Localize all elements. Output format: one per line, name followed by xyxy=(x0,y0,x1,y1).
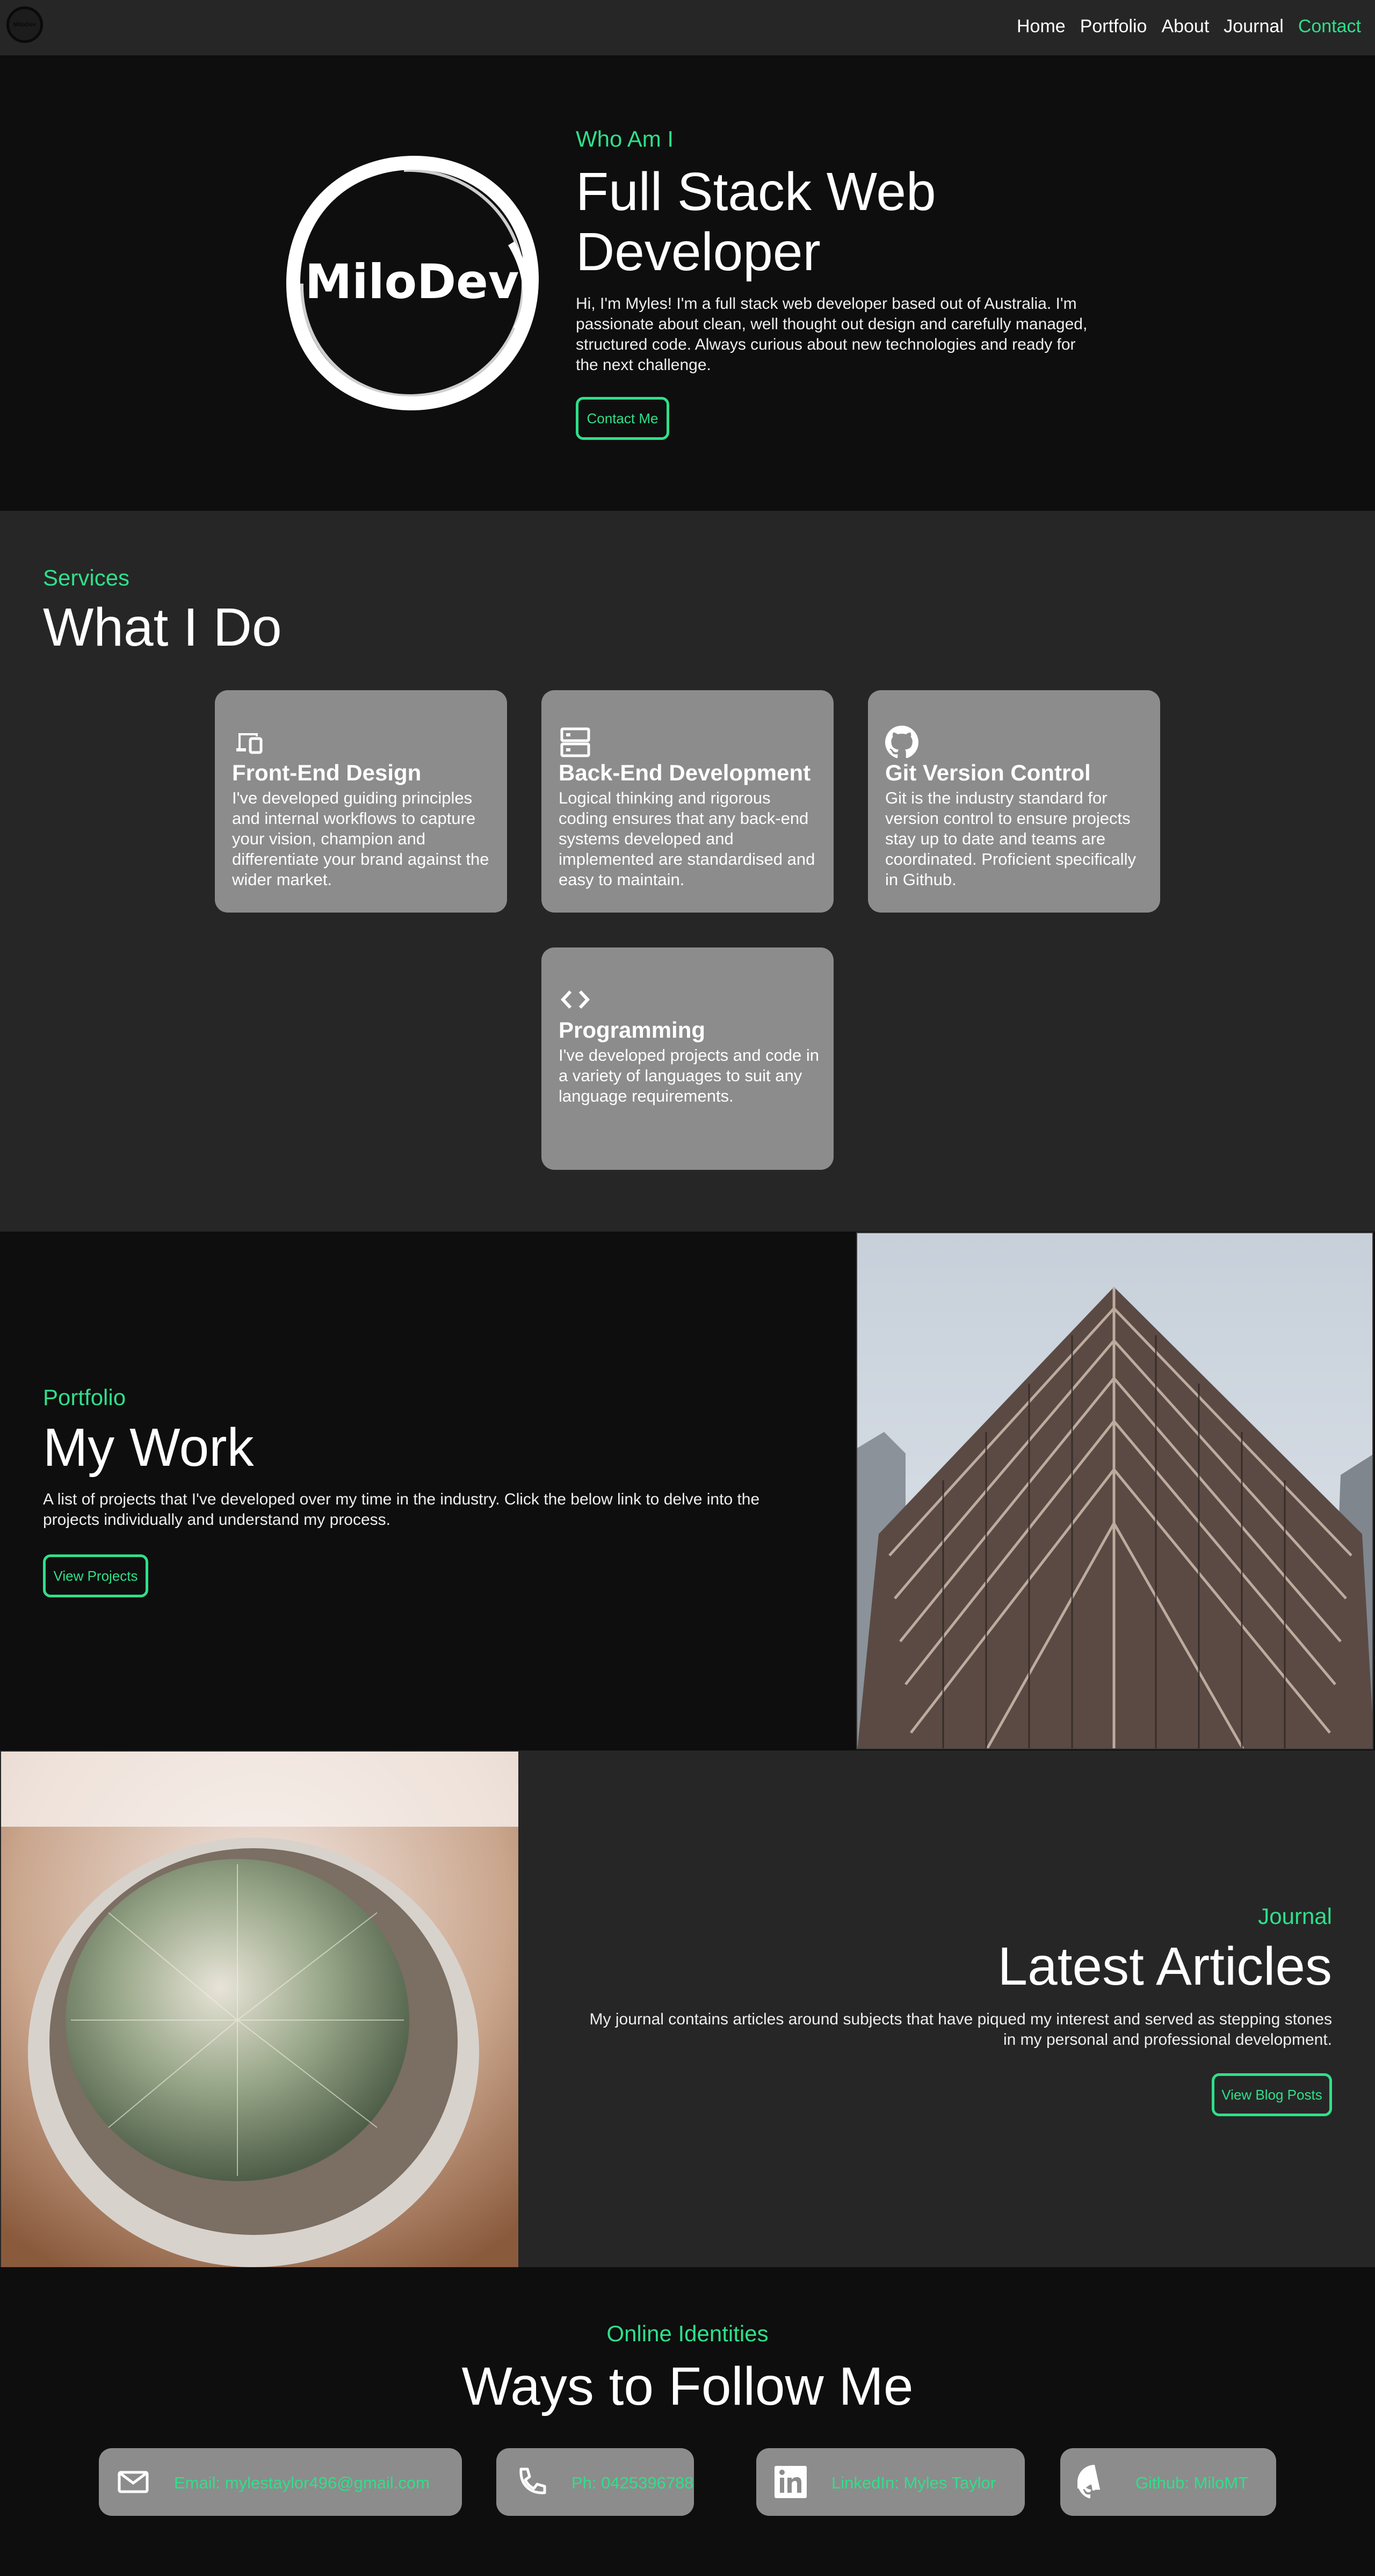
service-card-description: I've developed guiding principles and in… xyxy=(232,788,489,889)
services-eyebrow: Services xyxy=(43,565,130,590)
service-card-back-end: Back-End Development Logical thinking an… xyxy=(541,690,834,913)
nav-logo[interactable]: MiloDev xyxy=(6,6,43,43)
journal-eyebrow: Journal xyxy=(1258,1904,1332,1929)
devices-icon xyxy=(236,733,263,754)
service-card-front-end: Front-End Design I've developed guiding … xyxy=(215,690,507,913)
hero-logo-text: MiloDev xyxy=(305,254,519,309)
nav-link-home[interactable]: Home xyxy=(1017,16,1066,37)
hero-text: Who Am I Full Stack Web Developer Hi, I'… xyxy=(576,126,1091,440)
top-nav: MiloDev Home Portfolio About Journal Con… xyxy=(0,0,1375,55)
hero-title-line2: Developer xyxy=(576,222,821,282)
contact-phone-label: Ph: 0425396788 xyxy=(571,2473,694,2492)
service-card-title: Git Version Control xyxy=(885,760,1091,785)
service-card-description: Git is the industry standard for version… xyxy=(885,788,1136,889)
service-card-description: Logical thinking and rigorous coding ens… xyxy=(559,788,815,889)
contact-github[interactable]: Github: MiloMT xyxy=(1060,2448,1276,2516)
contact-github-label: Github: MiloMT xyxy=(1135,2473,1249,2492)
journal-description: My journal contains articles around subj… xyxy=(589,2010,1332,2049)
building-photo xyxy=(856,1232,1373,1749)
service-card-git: Git Version Control Git is the industry … xyxy=(868,690,1160,913)
contact-email[interactable]: Email: mylestaylor496@gmail.com xyxy=(99,2448,462,2516)
contact-section: Online Identities Ways to Follow Me Emai… xyxy=(0,2267,1375,2576)
linkedin-icon xyxy=(775,2466,807,2498)
service-card-title: Back-End Development xyxy=(559,760,811,785)
mail-icon xyxy=(118,2471,149,2493)
contact-title: Ways to Follow Me xyxy=(461,2356,914,2416)
hero-eyebrow: Who Am I xyxy=(576,126,674,151)
contact-eyebrow: Online Identities xyxy=(606,2321,769,2346)
service-card-programming: Programming I've developed projects and … xyxy=(541,947,834,1170)
github-icon xyxy=(1077,2465,1101,2499)
view-projects-button[interactable]: View Projects xyxy=(43,1554,148,1597)
contact-email-label: Email: mylestaylor496@gmail.com xyxy=(174,2473,430,2492)
nav-link-journal[interactable]: Journal xyxy=(1224,16,1284,37)
portfolio-section: Portfolio My Work A list of projects tha… xyxy=(0,1232,1375,1750)
hero-description: Hi, I'm Myles! I'm a full stack web deve… xyxy=(576,295,1088,374)
portfolio-description: A list of projects that I've developed o… xyxy=(43,1490,760,1529)
nav-logo-text: MiloDev xyxy=(13,21,37,28)
contact-phone[interactable]: Ph: 0425396788 xyxy=(496,2448,694,2516)
hero-title-line1: Full Stack Web xyxy=(576,162,936,222)
portfolio-eyebrow: Portfolio xyxy=(43,1385,126,1410)
phone-icon xyxy=(519,2468,546,2494)
github-icon xyxy=(885,726,918,758)
contact-me-button[interactable]: Contact Me xyxy=(576,397,669,440)
services-section: Services What I Do Front-End Design I've… xyxy=(0,511,1375,1232)
server-icon xyxy=(560,727,590,757)
portfolio-title: My Work xyxy=(43,1417,254,1478)
view-blog-posts-button[interactable]: View Blog Posts xyxy=(1212,2073,1332,2116)
cactus-photo xyxy=(1,1752,518,2268)
nav-links: Home Portfolio About Journal Contact xyxy=(1017,16,1361,37)
hero-title: Full Stack Web Developer xyxy=(576,162,1091,282)
nav-link-about[interactable]: About xyxy=(1161,16,1209,37)
services-title: What I Do xyxy=(43,597,282,657)
contact-linkedin-label: LinkedIn: Myles Taylor xyxy=(831,2473,996,2492)
cactus-illustration xyxy=(1,1752,518,2268)
journal-title: Latest Articles xyxy=(997,1936,1332,1996)
journal-section: Journal Latest Articles My journal conta… xyxy=(0,1750,1375,2268)
service-card-title: Front-End Design xyxy=(232,760,422,785)
service-card-description: I've developed projects and code in a va… xyxy=(559,1046,820,1105)
contact-linkedin[interactable]: LinkedIn: Myles Taylor xyxy=(756,2448,1025,2516)
building-illustration xyxy=(857,1233,1372,1748)
nav-link-portfolio[interactable]: Portfolio xyxy=(1080,16,1147,37)
nav-link-contact[interactable]: Contact xyxy=(1298,16,1361,37)
milodev-logo: MiloDev xyxy=(286,155,539,411)
code-icon xyxy=(560,990,590,1009)
service-card-title: Programming xyxy=(559,1017,706,1043)
hero-section: MiloDev Who Am I Full Stack Web Develope… xyxy=(0,55,1375,511)
